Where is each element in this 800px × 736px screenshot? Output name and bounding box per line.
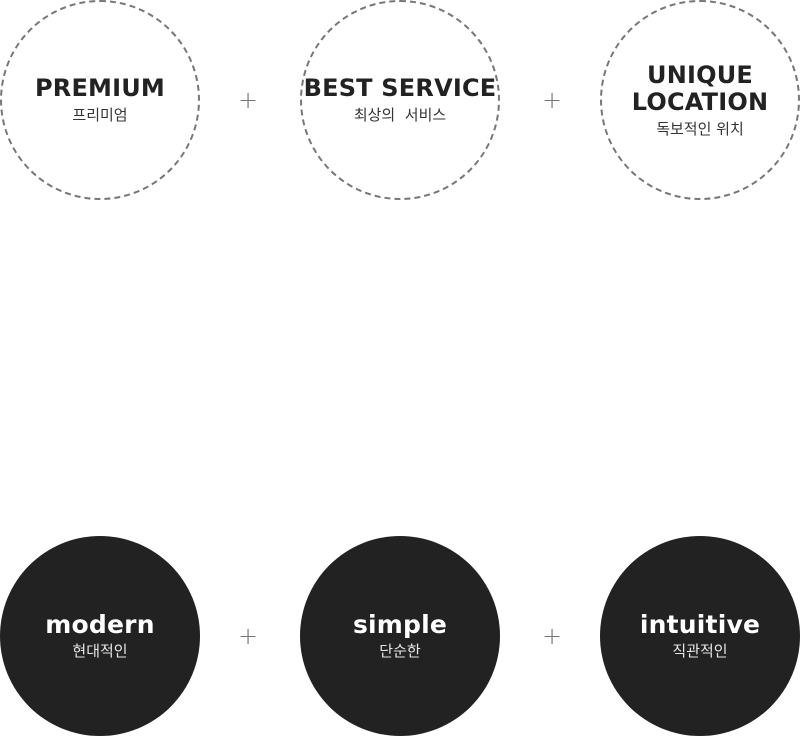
value-circle-best-service: BEST SERVICE 최상의 서비스 [300,0,500,200]
plus-icon: + [541,622,563,650]
value-title-modern: modern [45,610,155,639]
value-circle-modern: modern 현대적인 [0,536,200,736]
value-title-intuitive: intuitive [639,610,761,639]
value-title-unique-location: UNIQUE LOCATION [631,60,769,116]
plus-icon: + [237,622,259,650]
value-circle-premium: PREMIUM 프리미엄 [0,0,200,200]
value-subtitle-premium: 프리미엄 [72,106,128,124]
value-subtitle-best-service: 최상의 서비스 [353,106,447,124]
value-title-best-service: BEST SERVICE [303,74,497,102]
values-row-outline: PREMIUM 프리미엄 + BEST SERVICE 최상의 서비스 + UN… [0,0,800,200]
value-circle-unique-location: UNIQUE LOCATION 독보적인 위치 [600,0,800,200]
value-circle-intuitive: intuitive 직관적인 [600,536,800,736]
values-row-filled: modern 현대적인 + simple 단순한 + intuitive 직관적… [0,536,800,736]
value-subtitle-unique-location: 독보적인 위치 [656,119,744,138]
value-circle-simple: simple 단순한 [300,536,500,736]
value-title-simple: simple [352,610,448,639]
value-subtitle-intuitive: 직관적인 [672,642,728,660]
value-subtitle-modern: 현대적인 [72,642,128,660]
value-subtitle-simple: 단순한 [379,642,421,660]
plus-icon: + [541,86,563,114]
plus-icon: + [237,86,259,114]
value-title-premium: PREMIUM [34,74,166,102]
